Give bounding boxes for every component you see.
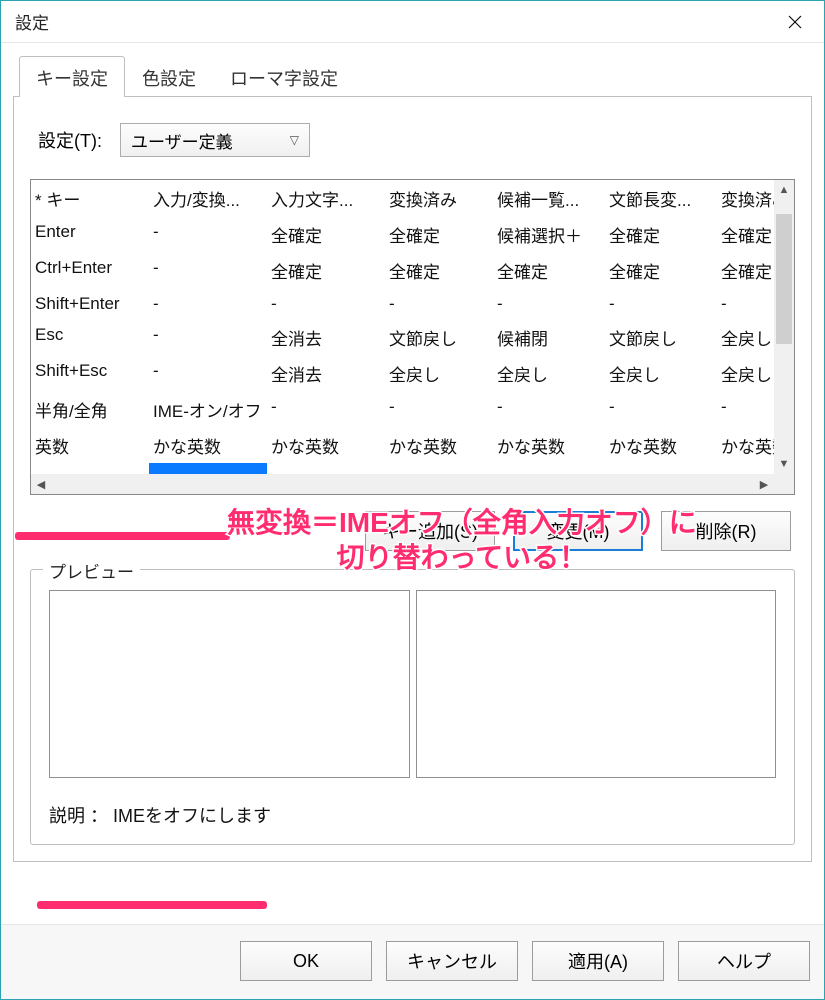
table-cell[interactable]: -: [493, 391, 605, 427]
table-cell[interactable]: -: [149, 319, 267, 355]
table-cell[interactable]: Ctrl+Enter: [31, 252, 149, 288]
column-header[interactable]: 文節長変...: [605, 180, 717, 216]
table-cell[interactable]: 全戻し: [385, 355, 493, 391]
tab-key-settings[interactable]: キー設定: [19, 56, 125, 97]
tabstrip: キー設定 色設定 ローマ字設定: [13, 55, 812, 97]
table-cell[interactable]: 半角/全角: [31, 391, 149, 427]
table-cell[interactable]: かな英数: [493, 427, 605, 463]
table-cell[interactable]: かな英数: [149, 427, 267, 463]
table-cell[interactable]: -: [267, 391, 385, 427]
add-key-button[interactable]: キー追加(S): [365, 511, 495, 551]
scroll-down-icon[interactable]: ▼: [774, 454, 794, 474]
table-cell[interactable]: 文節戻し: [605, 319, 717, 355]
description-text: 説明 ： IMEをオフにします: [49, 802, 776, 828]
setting-label: 設定(T):: [38, 127, 102, 153]
table-cell[interactable]: 全戻し: [493, 355, 605, 391]
table-cell[interactable]: 全確定: [267, 252, 385, 288]
setting-row: 設定(T): ユーザー定義 ▽: [38, 123, 795, 157]
table-cell[interactable]: かな英数: [267, 427, 385, 463]
table-cell[interactable]: かな英数: [605, 427, 717, 463]
cancel-button[interactable]: キャンセル: [386, 941, 518, 981]
profile-dropdown[interactable]: ユーザー定義 ▽: [120, 123, 310, 157]
close-button[interactable]: [766, 1, 824, 43]
table-cell[interactable]: -: [605, 391, 717, 427]
close-icon: [787, 14, 803, 30]
table-cell[interactable]: 全確定: [385, 252, 493, 288]
table-cell[interactable]: Esc: [31, 319, 149, 355]
scroll-up-icon[interactable]: ▲: [774, 180, 794, 200]
tab-color-settings[interactable]: 色設定: [125, 56, 213, 97]
table-cell[interactable]: 全確定: [385, 216, 493, 252]
preview-legend: プレビュー: [43, 558, 140, 583]
table-cell[interactable]: -: [267, 288, 385, 319]
table-cell[interactable]: IME-オン/オフ: [149, 391, 267, 427]
table-cell[interactable]: 全確定: [605, 216, 717, 252]
table-cell[interactable]: 全消去: [267, 355, 385, 391]
column-header[interactable]: * キー: [31, 180, 149, 216]
preview-boxes: [49, 590, 776, 778]
table-cell[interactable]: 全確定: [493, 252, 605, 288]
column-header[interactable]: 入力文字...: [267, 180, 385, 216]
table-cell[interactable]: かな英数: [385, 427, 493, 463]
settings-window: 設定 キー設定 色設定 ローマ字設定 設定(T): ユーザー定義 ▽ * キー入…: [0, 0, 825, 1000]
table-cell[interactable]: 候補閉: [493, 319, 605, 355]
table-cell[interactable]: -: [149, 216, 267, 252]
preview-box-left: [49, 590, 410, 778]
change-button[interactable]: 変更(M): [513, 511, 643, 551]
table-cell[interactable]: 全確定: [267, 216, 385, 252]
scroll-left-icon[interactable]: ◀: [31, 474, 51, 494]
table-cell[interactable]: -: [149, 355, 267, 391]
titlebar: 設定: [1, 1, 824, 43]
table-cell[interactable]: 文節戻し: [385, 319, 493, 355]
scroll-right-icon[interactable]: ▶: [754, 474, 774, 494]
table-cell[interactable]: 全戻し: [605, 355, 717, 391]
table-cell[interactable]: Enter: [31, 216, 149, 252]
table-cell[interactable]: Shift+Enter: [31, 288, 149, 319]
table-cell[interactable]: 全確定: [605, 252, 717, 288]
table-cell[interactable]: 英数: [31, 427, 149, 463]
table-cell[interactable]: -: [385, 288, 493, 319]
horizontal-scrollbar[interactable]: ◀ ▶: [31, 474, 794, 494]
table-cell[interactable]: -: [493, 288, 605, 319]
column-header[interactable]: 変換済み: [385, 180, 493, 216]
column-header[interactable]: 入力/変換...: [149, 180, 267, 216]
chevron-down-icon: ▽: [290, 133, 299, 147]
apply-button[interactable]: 適用(A): [532, 941, 664, 981]
table-cell[interactable]: -: [605, 288, 717, 319]
help-button[interactable]: ヘルプ: [678, 941, 810, 981]
client-area: キー設定 色設定 ローマ字設定 設定(T): ユーザー定義 ▽ * キー入力/変…: [1, 43, 824, 924]
table-cell[interactable]: -: [149, 288, 267, 319]
preview-group: プレビュー 説明 ： IMEをオフにします: [30, 569, 795, 845]
key-table[interactable]: * キー入力/変換...入力文字...変換済み候補一覧...文節長変...変換済…: [30, 179, 795, 495]
annotation-underline-2: [37, 901, 267, 909]
table-cell[interactable]: -: [385, 391, 493, 427]
table-cell[interactable]: Shift+Esc: [31, 355, 149, 391]
table-buttons: キー追加(S) 変更(M) 削除(R): [30, 511, 791, 551]
table-cell[interactable]: 全消去: [267, 319, 385, 355]
window-title: 設定: [15, 9, 49, 34]
table-cell[interactable]: 候補選択＋: [493, 216, 605, 252]
tabpage-key-settings: 設定(T): ユーザー定義 ▽ * キー入力/変換...入力文字...変換済み候…: [13, 97, 812, 862]
ok-button[interactable]: OK: [240, 941, 372, 981]
preview-box-right: [416, 590, 777, 778]
table-cell[interactable]: -: [149, 252, 267, 288]
column-header[interactable]: 候補一覧...: [493, 180, 605, 216]
scroll-thumb[interactable]: [776, 214, 792, 344]
tab-romaji-settings[interactable]: ローマ字設定: [213, 56, 355, 97]
delete-button[interactable]: 削除(R): [661, 511, 791, 551]
dialog-buttons: OK キャンセル 適用(A) ヘルプ: [1, 924, 824, 999]
vertical-scrollbar[interactable]: ▲ ▼: [774, 180, 794, 474]
profile-dropdown-value: ユーザー定義: [131, 128, 233, 153]
